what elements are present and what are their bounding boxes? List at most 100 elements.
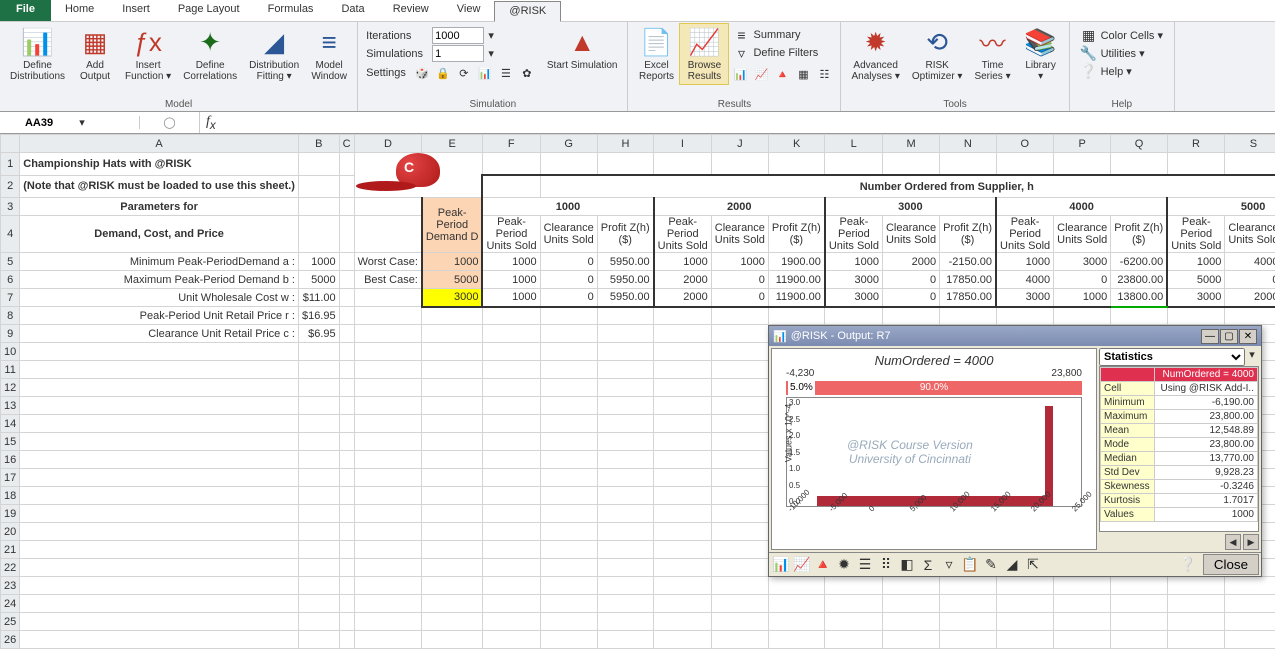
cell[interactable] bbox=[354, 289, 422, 307]
cell[interactable] bbox=[540, 541, 597, 559]
cell[interactable] bbox=[597, 631, 653, 649]
cell[interactable]: 3000 bbox=[825, 198, 996, 216]
res-icon-3[interactable]: 🔺 bbox=[772, 64, 792, 84]
cell[interactable] bbox=[354, 487, 422, 505]
cell[interactable] bbox=[1167, 613, 1225, 631]
cell[interactable]: Peak-PeriodUnits Sold bbox=[654, 216, 712, 253]
cell[interactable] bbox=[1225, 307, 1275, 325]
row-10[interactable]: 10 bbox=[1, 343, 20, 361]
cell[interactable] bbox=[711, 397, 768, 415]
tb-summary-icon[interactable]: ☰ bbox=[855, 555, 875, 575]
row-1[interactable]: 1 bbox=[1, 153, 20, 176]
cell[interactable] bbox=[482, 631, 540, 649]
summary[interactable]: ≡Summary bbox=[730, 26, 834, 44]
cell[interactable] bbox=[882, 595, 939, 613]
cell[interactable] bbox=[654, 153, 712, 176]
cell[interactable] bbox=[339, 198, 354, 216]
cell[interactable] bbox=[339, 559, 354, 577]
cell[interactable] bbox=[339, 433, 354, 451]
cell[interactable] bbox=[540, 577, 597, 595]
fx-icon[interactable]: fx bbox=[200, 114, 222, 132]
cell[interactable] bbox=[597, 469, 653, 487]
cell[interactable]: 0 bbox=[540, 253, 597, 271]
cell[interactable] bbox=[339, 216, 354, 253]
cell[interactable] bbox=[540, 433, 597, 451]
cell[interactable] bbox=[654, 631, 712, 649]
cell[interactable] bbox=[711, 433, 768, 451]
cell[interactable] bbox=[354, 307, 422, 325]
cell[interactable] bbox=[882, 153, 939, 176]
cell[interactable] bbox=[482, 613, 540, 631]
cell[interactable]: 1000 bbox=[825, 253, 883, 271]
cell[interactable] bbox=[597, 307, 653, 325]
tab-data[interactable]: Data bbox=[327, 0, 378, 21]
cell[interactable]: 5950.00 bbox=[597, 271, 653, 289]
cell[interactable] bbox=[768, 577, 824, 595]
cell[interactable] bbox=[298, 577, 339, 595]
cell[interactable] bbox=[298, 175, 339, 198]
cell[interactable] bbox=[540, 631, 597, 649]
cell[interactable] bbox=[654, 595, 712, 613]
cell[interactable]: 0 bbox=[882, 289, 939, 307]
cell[interactable]: 2000 bbox=[1225, 289, 1275, 307]
res-icon-2[interactable]: 📈 bbox=[751, 64, 771, 84]
cell[interactable] bbox=[422, 415, 483, 433]
cell[interactable] bbox=[540, 469, 597, 487]
cell[interactable]: 1900.00 bbox=[768, 253, 824, 271]
sim-icon-4[interactable]: 📊 bbox=[475, 63, 495, 83]
cell[interactable] bbox=[540, 595, 597, 613]
cell[interactable] bbox=[20, 397, 299, 415]
cell[interactable] bbox=[540, 487, 597, 505]
cell[interactable] bbox=[422, 433, 483, 451]
color-cells[interactable]: ▦Color Cells ▾ bbox=[1078, 26, 1166, 44]
maximize-icon[interactable]: ▢ bbox=[1220, 329, 1238, 344]
cell[interactable]: 2000 bbox=[882, 253, 939, 271]
cell[interactable] bbox=[597, 325, 653, 343]
cell[interactable] bbox=[482, 307, 540, 325]
cell[interactable]: Championship Hats with @RISK bbox=[20, 153, 299, 176]
cell[interactable] bbox=[1054, 307, 1111, 325]
cell[interactable] bbox=[882, 613, 939, 631]
row-4[interactable]: 4 bbox=[1, 216, 20, 253]
cell[interactable] bbox=[482, 415, 540, 433]
cell[interactable] bbox=[20, 451, 299, 469]
cell[interactable] bbox=[597, 505, 653, 523]
cell[interactable]: -2150.00 bbox=[940, 253, 996, 271]
cell[interactable] bbox=[1167, 595, 1225, 613]
cell[interactable] bbox=[339, 343, 354, 361]
cell[interactable] bbox=[482, 379, 540, 397]
cell[interactable] bbox=[540, 307, 597, 325]
cell[interactable] bbox=[597, 361, 653, 379]
cell[interactable] bbox=[20, 613, 299, 631]
cell[interactable]: ClearanceUnits Sold bbox=[1225, 216, 1275, 253]
cell[interactable] bbox=[768, 153, 824, 176]
cell[interactable]: Peak-PeriodUnits Sold bbox=[825, 216, 883, 253]
cell[interactable]: Minimum Peak-PeriodDemand a : bbox=[20, 253, 299, 271]
cell[interactable] bbox=[1225, 153, 1275, 176]
cell[interactable] bbox=[768, 307, 824, 325]
row-3[interactable]: 3 bbox=[1, 198, 20, 216]
tab-risk[interactable]: @RISK bbox=[494, 1, 561, 22]
cell[interactable] bbox=[482, 433, 540, 451]
minimize-icon[interactable]: — bbox=[1201, 329, 1219, 344]
cell[interactable]: 0 bbox=[711, 271, 768, 289]
res-icon-4[interactable]: ▦ bbox=[793, 64, 813, 84]
cell[interactable] bbox=[882, 307, 939, 325]
cell[interactable] bbox=[540, 559, 597, 577]
cell[interactable]: Peak-PeriodUnits Sold bbox=[482, 216, 540, 253]
cell[interactable]: 4000 bbox=[996, 271, 1054, 289]
cell[interactable] bbox=[654, 325, 712, 343]
cell[interactable] bbox=[298, 541, 339, 559]
cell[interactable] bbox=[654, 577, 712, 595]
tab-home[interactable]: Home bbox=[51, 0, 108, 21]
cell[interactable]: ClearanceUnits Sold bbox=[711, 216, 768, 253]
cell[interactable] bbox=[711, 613, 768, 631]
tb-help-icon[interactable]: ❔ bbox=[1178, 555, 1198, 575]
cell[interactable] bbox=[711, 523, 768, 541]
cell[interactable]: 11900.00 bbox=[768, 271, 824, 289]
cell[interactable] bbox=[996, 577, 1054, 595]
row-19[interactable]: 19 bbox=[1, 505, 20, 523]
cell[interactable] bbox=[339, 415, 354, 433]
cell[interactable]: Parameters for bbox=[20, 198, 299, 216]
cell[interactable] bbox=[711, 595, 768, 613]
